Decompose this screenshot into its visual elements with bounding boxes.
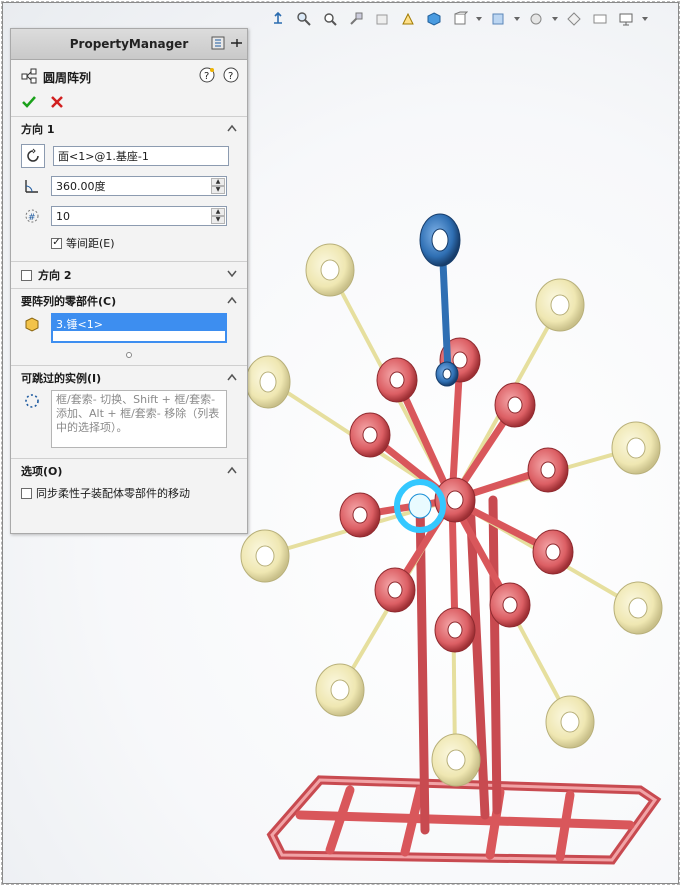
section-view-icon[interactable] (346, 9, 366, 29)
zoom-to-fit-icon[interactable] (268, 9, 288, 29)
svg-text:?: ? (204, 71, 209, 82)
help-icon[interactable]: ? (199, 67, 215, 86)
chevron-down-icon[interactable] (476, 9, 482, 29)
resize-handle[interactable] (11, 349, 247, 359)
view-orientation-icon[interactable] (372, 9, 392, 29)
skip-header[interactable]: 可跳过的实例(I) (11, 366, 247, 390)
zoom-area-icon[interactable] (294, 9, 314, 29)
chevron-down-icon[interactable] (552, 9, 558, 29)
accept-icon[interactable] (21, 94, 37, 113)
components-label: 要阵列的零部件(C) (21, 295, 117, 308)
direction1-group: 方向 1 面<1>@1.基座-1 360.00度 ▲ ▼ # 10 ▲ ▼ ✓ 等间距(… (11, 116, 247, 255)
direction2-label: 方向 2 (38, 269, 72, 282)
skip-group: 可跳过的实例(I) 框/套索- 切换、Shift + 框/套索- 添加、Alt … (11, 365, 247, 454)
chevron-down-icon[interactable] (227, 267, 237, 280)
monitor-icon[interactable] (616, 9, 636, 29)
count-spinbox[interactable]: 10 ▲ ▼ (51, 206, 227, 226)
view-settings-icon[interactable] (590, 9, 610, 29)
chevron-up-icon[interactable] (227, 464, 237, 477)
options-group: 选项(O) 同步柔性子装配体零部件的移动 (11, 458, 247, 503)
chevron-up-icon[interactable] (227, 294, 237, 307)
axis-icon[interactable] (21, 144, 45, 168)
angle-value: 360.00度 (56, 180, 106, 193)
feature-name: 圆周阵列 (43, 70, 92, 85)
components-group: 要阵列的零部件(C) 3.锤<1> (11, 288, 247, 359)
hide-show-icon[interactable] (450, 9, 470, 29)
expand-icon[interactable] (211, 36, 225, 53)
options-header[interactable]: 选项(O) (11, 459, 247, 483)
apply-scene-icon[interactable] (564, 9, 584, 29)
direction2-checkbox[interactable] (21, 269, 32, 281)
shaded-cube-icon[interactable] (424, 9, 444, 29)
angle-spinbox[interactable]: 360.00度 ▲ ▼ (51, 176, 227, 196)
cancel-icon[interactable] (49, 94, 65, 113)
components-header[interactable]: 要阵列的零部件(C) (11, 289, 247, 313)
edit-appearance-icon[interactable] (488, 9, 508, 29)
panel-header: PropertyManager (11, 29, 247, 60)
action-row (11, 90, 247, 116)
components-selected-item[interactable]: 3.锤<1> (53, 315, 225, 331)
flex-sync-label: 同步柔性子装配体零部件的移动 (36, 487, 190, 500)
svg-text:#: # (28, 213, 36, 223)
chevron-up-icon[interactable] (227, 371, 237, 384)
options-label: 选项(O) (21, 465, 63, 478)
equal-spacing-label: 等间距(E) (66, 237, 115, 250)
count-icon: # (21, 205, 43, 227)
display-style-icon[interactable] (398, 9, 418, 29)
scene-icon[interactable] (526, 9, 546, 29)
axis-field[interactable]: 面<1>@1.基座-1 (53, 146, 229, 166)
angle-icon (21, 175, 43, 197)
direction1-header[interactable]: 方向 1 (11, 117, 247, 141)
skip-icon (21, 390, 43, 412)
view-toolbar (268, 8, 648, 30)
chevron-down-icon[interactable] (642, 9, 648, 29)
flex-sync-checkbox[interactable] (21, 487, 32, 499)
chevron-up-icon[interactable] (227, 122, 237, 135)
base-frame (266, 775, 662, 865)
property-manager-panel: PropertyManager 圆周阵列 ? ? 方向 1 面<1>@1.基座-… (10, 28, 248, 534)
chevron-down-icon[interactable] (514, 9, 520, 29)
component-icon (21, 313, 43, 335)
skip-listbox[interactable]: 框/套索- 切换、Shift + 框/套索- 添加、Alt + 框/套索- 移除… (51, 390, 227, 448)
skip-label: 可跳过的实例(I) (21, 372, 102, 385)
direction2-group: 方向 2 (11, 261, 247, 288)
pattern-icon (21, 68, 37, 87)
direction2-header[interactable]: 方向 2 (11, 262, 247, 288)
feature-title-row: 圆周阵列 ? ? (11, 64, 247, 90)
pin-icon[interactable] (229, 36, 243, 53)
previous-view-icon[interactable] (320, 9, 340, 29)
direction1-label: 方向 1 (21, 123, 55, 136)
equal-spacing-checkbox[interactable]: ✓ (51, 237, 62, 249)
svg-text:?: ? (228, 71, 233, 82)
count-value: 10 (56, 209, 70, 223)
components-listbox[interactable]: 3.锤<1> (51, 313, 227, 343)
help2-icon[interactable]: ? (223, 67, 239, 86)
